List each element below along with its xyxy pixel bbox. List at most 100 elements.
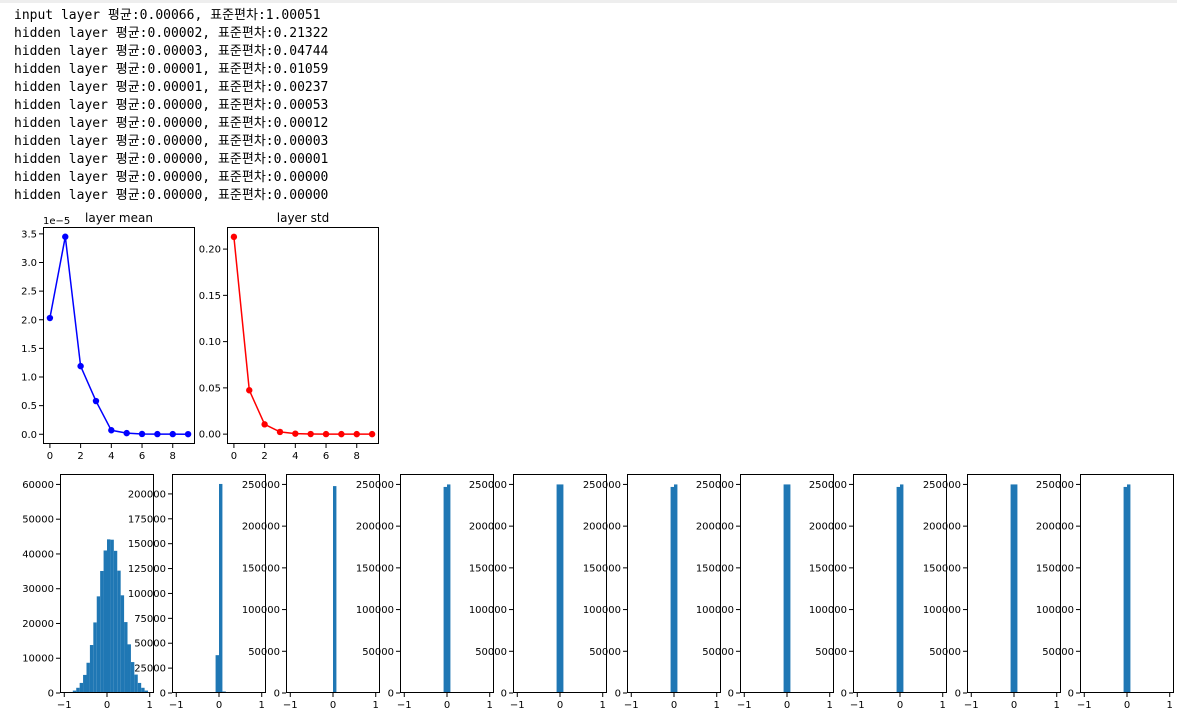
y-tick-label: 200000 xyxy=(469,522,507,533)
histogram-bar xyxy=(137,682,142,693)
data-point xyxy=(138,430,146,438)
y-tick-label: 2.0 xyxy=(21,315,37,326)
y-tick-label: 50000 xyxy=(815,647,847,658)
y-tick-label: 0 xyxy=(728,689,734,700)
x-tick-label: −1 xyxy=(169,700,184,711)
x-tick-label: 1 xyxy=(827,700,833,711)
y-tick-label: 50000 xyxy=(475,647,507,658)
x-tick-label: 0 xyxy=(557,700,563,711)
y-tick-label: 0.15 xyxy=(199,291,221,302)
y-tick-label: 75000 xyxy=(134,614,166,625)
x-tick-label: −1 xyxy=(737,700,752,711)
y-tick-label: 0 xyxy=(501,689,507,700)
y-tick-label: 50000 xyxy=(22,515,54,526)
histogram-bar xyxy=(124,622,128,693)
data-point xyxy=(276,428,284,436)
x-tick-label: 2 xyxy=(261,451,267,462)
chart-title: layer std xyxy=(277,211,330,225)
y-tick-label: 100000 xyxy=(356,605,394,616)
y-tick-label: 25000 xyxy=(134,664,166,675)
y-tick-label: 125000 xyxy=(128,564,166,575)
data-point xyxy=(230,233,238,241)
histogram-bar xyxy=(560,484,564,693)
y-tick-label: 200000 xyxy=(809,522,847,533)
y-tick-label: 175000 xyxy=(128,514,166,525)
histogram-bar xyxy=(117,570,121,693)
histogram-bar xyxy=(900,484,904,693)
x-tick-label: 0 xyxy=(671,700,677,711)
chart-panel-6: −1 0 1050000100000150000200000250000 xyxy=(469,474,607,711)
plot-frame xyxy=(43,227,195,444)
histogram-bar xyxy=(1123,486,1127,693)
chart-panel-11: −1 0 1050000100000150000200000250000 xyxy=(1036,474,1174,711)
x-tick-label: −1 xyxy=(964,700,979,711)
x-tick-label: 0 xyxy=(216,700,222,711)
y-tick-label: 3.0 xyxy=(21,258,37,269)
x-tick-label: −1 xyxy=(57,700,72,711)
plot-frame xyxy=(227,227,379,444)
x-tick-label: −1 xyxy=(624,700,639,711)
y-tick-label: 1.5 xyxy=(21,344,37,355)
y-tick-label: 0 xyxy=(48,689,54,700)
data-point xyxy=(154,430,161,438)
x-tick-label: 0 xyxy=(104,700,110,711)
data-point xyxy=(108,427,115,434)
y-tick-label: 2.5 xyxy=(21,287,37,298)
data-point xyxy=(338,430,345,438)
x-tick-label: 0 xyxy=(330,700,336,711)
x-tick-label: 1 xyxy=(147,700,153,711)
y-tick-label: 20000 xyxy=(22,619,54,630)
series-line xyxy=(49,236,189,435)
x-tick-label: 6 xyxy=(323,451,329,462)
x-tick-label: −1 xyxy=(850,700,865,711)
chart-panel-7: −1 0 1050000100000150000200000250000 xyxy=(583,474,721,711)
chart-panel-0: 0 2 4 6 8 0.0 0.5 1.0 1.5 2.0 2.5 3.0 3.5 layer mean 1… xyxy=(21,211,195,462)
y-tick-label: 100000 xyxy=(469,605,507,616)
y-tick-label: 200000 xyxy=(356,522,394,533)
histogram-bar xyxy=(783,484,787,693)
y-tick-label: 150000 xyxy=(469,563,507,574)
y-tick-label: 100000 xyxy=(128,589,166,600)
y-tick-label: 40000 xyxy=(22,549,54,560)
histogram-bar xyxy=(83,674,87,693)
histogram-bar xyxy=(127,644,131,693)
histogram-bar xyxy=(134,674,138,693)
x-tick-label: 1 xyxy=(1167,700,1173,711)
x-tick-label: 8 xyxy=(354,451,360,462)
data-point xyxy=(322,430,330,438)
x-tick-label: 2 xyxy=(77,451,83,462)
y-tick-label: 0 xyxy=(274,689,280,700)
x-tick-label: −1 xyxy=(510,700,525,711)
y-tick-label: 150000 xyxy=(923,563,961,574)
histogram-bar xyxy=(120,595,125,693)
histogram-bar xyxy=(1014,484,1018,693)
y-tick-label: 200000 xyxy=(923,522,961,533)
y-tick-label: 1.0 xyxy=(21,373,37,384)
histogram-bar xyxy=(107,539,111,693)
y-tick-label: 200000 xyxy=(128,489,166,500)
data-point xyxy=(123,429,130,437)
histogram-bar xyxy=(219,483,223,693)
data-point xyxy=(46,314,54,322)
data-point xyxy=(353,430,360,438)
histogram-bar xyxy=(215,655,219,693)
x-tick-label: 8 xyxy=(170,451,176,462)
y-tick-label: 100000 xyxy=(1036,605,1074,616)
x-tick-label: 6 xyxy=(139,451,145,462)
x-tick-label: 0 xyxy=(444,700,450,711)
y-tick-label: 50000 xyxy=(702,647,734,658)
chart-panel-8: −1 0 1050000100000150000200000250000 xyxy=(696,474,834,711)
y-tick-label: 150000 xyxy=(696,563,734,574)
data-point xyxy=(92,397,100,405)
histogram-bar xyxy=(896,486,900,693)
data-point xyxy=(184,430,192,438)
x-tick-label: 0 xyxy=(784,700,790,711)
histogram-bar xyxy=(556,484,560,693)
data-point xyxy=(77,362,84,370)
series-line xyxy=(233,236,373,435)
y-tick-label: 0.10 xyxy=(199,337,221,348)
y-tick-label: 100000 xyxy=(923,605,961,616)
y-tick-label: 250000 xyxy=(242,480,280,491)
histogram-bar xyxy=(100,570,104,693)
y-tick-label: 3.5 xyxy=(21,229,37,240)
